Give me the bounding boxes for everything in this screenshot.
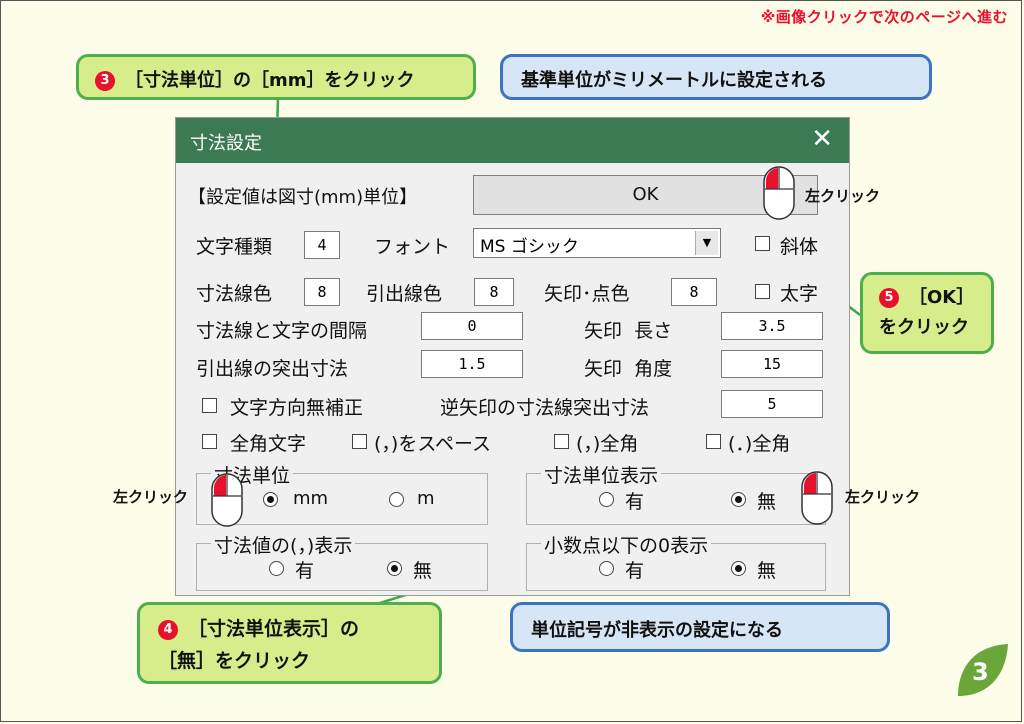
unit-display-yes-radio[interactable]	[599, 492, 614, 507]
font-select[interactable]: MS ゴシック ▼	[473, 228, 721, 258]
zero-display-yes-radio[interactable]	[599, 561, 614, 576]
comma-fullwidth-label: (，)全角	[576, 433, 639, 455]
zero-display-no-label: 無	[757, 560, 777, 582]
note1-text: 基準単位がミリメートルに設定される	[521, 70, 827, 91]
step3-text: ［寸法単位］の［mm］をクリック	[125, 70, 415, 91]
mouse-left-click-icon	[801, 471, 833, 525]
page-number: 3	[972, 658, 989, 686]
reverse-arrow-input[interactable]: 5	[721, 390, 823, 418]
close-icon[interactable]: ✕	[811, 126, 833, 152]
note2-text: 単位記号が非表示の設定になる	[531, 620, 783, 641]
leader-projection-label: 引出線の突出寸法	[196, 358, 349, 380]
comma-fullwidth-checkbox[interactable]	[554, 434, 569, 449]
arrow-angle-label: 矢印 角度	[584, 358, 673, 380]
step5-number: 5	[879, 288, 899, 308]
fullwidth-checkbox[interactable]	[202, 434, 217, 449]
comma-display-yes-label: 有	[295, 560, 315, 582]
comma-display-no-radio[interactable]	[387, 561, 402, 576]
leader-projection-input[interactable]: 1.5	[421, 350, 523, 378]
step5-line2: をクリック	[879, 317, 969, 338]
dimension-settings-dialog: 寸法設定 ✕ 【設定値は図寸(mm)単位】 OK 文字種類 4 フォント MS …	[175, 117, 850, 596]
arrow-length-label: 矢印 長さ	[584, 320, 673, 342]
unit-display-group: 寸法単位表示 有 無	[526, 461, 826, 525]
zero-display-group-title: 小数点以下の0表示	[541, 531, 712, 558]
unit-mm-label: mm	[293, 488, 329, 509]
bold-label: 太字	[780, 283, 819, 305]
font-label: フォント	[374, 236, 451, 258]
unit-display-no-radio[interactable]	[731, 492, 746, 507]
zero-display-no-radio[interactable]	[731, 561, 746, 576]
unit-m-radio[interactable]	[389, 492, 404, 507]
period-fullwidth-label: (．)全角	[728, 433, 791, 455]
step3-callout: 3 ［寸法単位］の［mm］をクリック	[76, 54, 476, 100]
unit-mm-radio[interactable]	[263, 492, 278, 507]
fullwidth-label: 全角文字	[230, 433, 307, 455]
gap-input[interactable]: 0	[421, 312, 523, 340]
step4-callout: 4 ［寸法単位表示］の ［無］をクリック	[137, 602, 442, 684]
dim-color-label: 寸法線色	[196, 283, 273, 305]
reverse-arrow-label: 逆矢印の寸法線突出寸法	[440, 397, 650, 419]
leader-color-input[interactable]: 8	[474, 278, 514, 306]
dialog-titlebar: 寸法設定 ✕	[176, 118, 849, 163]
char-type-label: 文字種類	[196, 236, 273, 258]
step4-line1: ［寸法単位表示］の	[188, 618, 360, 640]
leader-color-label: 引出線色	[366, 283, 443, 305]
comma-display-yes-radio[interactable]	[269, 561, 284, 576]
unit-m-label: m	[417, 488, 435, 509]
bold-checkbox[interactable]	[755, 284, 770, 299]
nashi-click-label: 左クリック	[845, 488, 921, 506]
zero-display-group: 小数点以下の0表示 有 無	[526, 531, 826, 591]
arrow-color-label: 矢印･点色	[544, 283, 630, 305]
zero-display-yes-label: 有	[625, 560, 645, 582]
mouse-left-click-icon	[763, 166, 795, 220]
step5-callout: 5 ［OK］ をクリック	[860, 272, 994, 354]
mouse-left-click-icon	[211, 473, 243, 527]
char-type-input[interactable]: 4	[304, 231, 340, 259]
ok-click-label: 左クリック	[805, 187, 881, 205]
italic-checkbox[interactable]	[755, 236, 770, 251]
unit-display-yes-label: 有	[625, 491, 645, 513]
dim-color-input[interactable]: 8	[304, 278, 340, 306]
comma-display-group: 寸法値の(，)表示 有 無	[196, 531, 488, 591]
no-direction-fix-label: 文字方向無補正	[230, 397, 364, 419]
comma-space-label: (，)をスペース	[374, 433, 492, 455]
dialog-title: 寸法設定	[190, 133, 262, 154]
unit-display-no-label: 無	[757, 491, 777, 513]
note2-callout: 単位記号が非表示の設定になる	[510, 602, 890, 652]
mm-click-label: 左クリック	[113, 488, 189, 506]
step4-number: 4	[158, 620, 178, 640]
chevron-down-icon[interactable]: ▼	[695, 231, 718, 255]
comma-space-checkbox[interactable]	[352, 434, 367, 449]
gap-label: 寸法線と文字の間隔	[196, 320, 368, 342]
arrow-angle-input[interactable]: 15	[721, 350, 823, 378]
comma-display-no-label: 無	[413, 560, 433, 582]
header-label: 【設定値は図寸(mm)単位】	[188, 187, 418, 208]
step4-line2: ［無］をクリック	[158, 650, 311, 672]
step3-number: 3	[95, 71, 115, 91]
italic-label: 斜体	[780, 236, 819, 258]
period-fullwidth-checkbox[interactable]	[706, 434, 721, 449]
arrow-color-input[interactable]: 8	[671, 278, 717, 306]
unit-display-group-title: 寸法単位表示	[541, 461, 662, 488]
no-direction-fix-checkbox[interactable]	[202, 398, 217, 413]
comma-display-group-title: 寸法値の(，)表示	[211, 531, 356, 558]
font-select-value: MS ゴシック	[480, 237, 579, 257]
step5-line1: ［OK］	[909, 287, 975, 308]
note1-callout: 基準単位がミリメートルに設定される	[500, 54, 932, 100]
arrow-length-input[interactable]: 3.5	[721, 312, 823, 340]
